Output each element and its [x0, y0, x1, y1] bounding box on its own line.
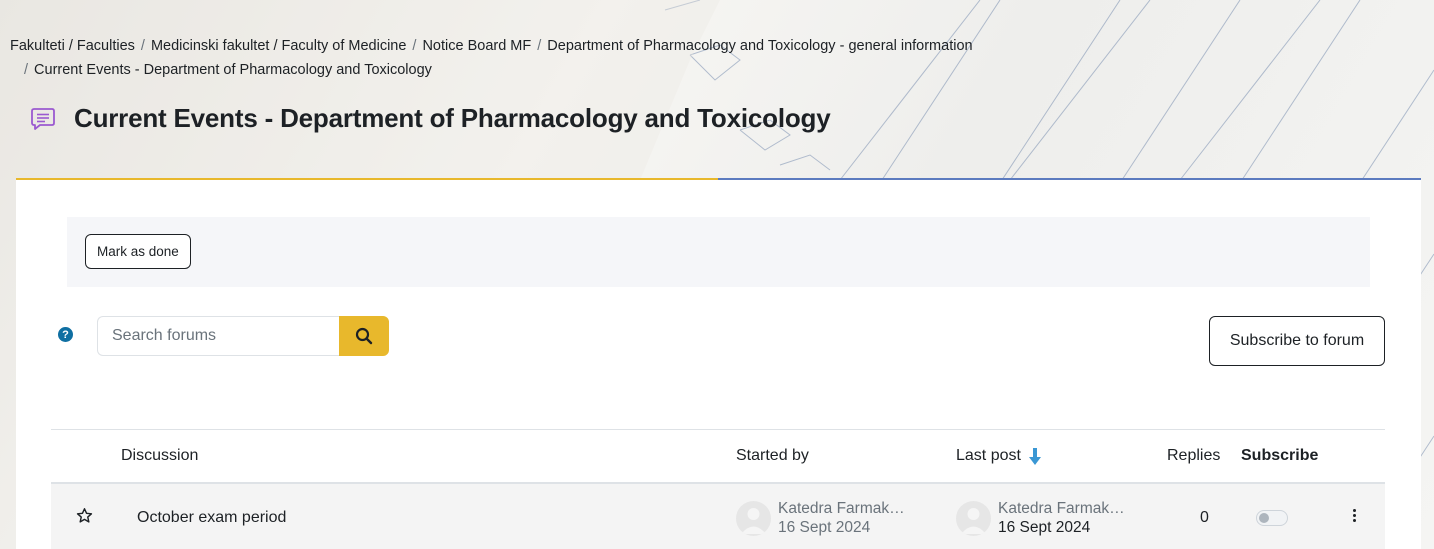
search-forums-group [97, 316, 389, 356]
last-post-date[interactable]: 16 Sept 2024 [998, 518, 1125, 537]
last-post-header-label: Last post [956, 447, 1021, 464]
started-by-date: 16 Sept 2024 [778, 519, 871, 536]
table-header-row: Discussion Started by Last post Replies … [51, 429, 1385, 484]
more-actions-kebab-icon[interactable] [1349, 507, 1360, 524]
mark-as-done-button[interactable]: Mark as done [85, 234, 191, 269]
last-post-cell: Katedra Farmak… 16 Sept 2024 [956, 499, 1125, 537]
avatar[interactable] [956, 500, 991, 536]
search-icon [355, 327, 373, 345]
discussion-list-table: Discussion Started by Last post Replies … [51, 429, 1385, 549]
page-header: Current Events - Department of Pharmacol… [30, 103, 831, 134]
breadcrumb-item-current: Current Events - Department of Pharmacol… [34, 62, 432, 78]
forum-speech-bubble-icon [30, 105, 58, 133]
started-by-cell: Katedra Farmak… 16 Sept 2024 [736, 499, 905, 537]
table-row[interactable]: October exam period Katedra Farmak… 16 S… [51, 484, 1385, 549]
replies-count: 0 [1200, 509, 1209, 526]
subscribe-toggle[interactable] [1256, 510, 1288, 526]
column-header-last-post[interactable]: Last post [956, 447, 1041, 465]
breadcrumb-item-department-general-info[interactable]: Department of Pharmacology and Toxicolog… [547, 38, 972, 54]
arrow-down-icon [1028, 447, 1041, 465]
discussion-title-link[interactable]: October exam period [137, 509, 286, 527]
search-button[interactable] [339, 316, 389, 356]
last-post-author[interactable]: Katedra Farmak… [998, 499, 1125, 518]
toggle-knob [1259, 513, 1269, 523]
search-forums-input[interactable] [97, 316, 339, 356]
subscribe-to-forum-button[interactable]: Subscribe to forum [1209, 316, 1385, 366]
card-accent-bar [16, 178, 718, 180]
question-circle-icon[interactable]: ? [58, 327, 73, 342]
breadcrumb-item-faculties[interactable]: Fakulteti / Faculties [10, 38, 135, 54]
breadcrumb: Fakulteti / Faculties / Medicinski fakulte… [10, 34, 1250, 82]
started-by-author[interactable]: Katedra Farmak… [778, 499, 905, 518]
column-header-subscribe: Subscribe [1241, 447, 1319, 464]
activity-completion-bar: Mark as done [67, 217, 1370, 287]
breadcrumb-separator: / [140, 38, 145, 54]
breadcrumb-separator: / [412, 38, 417, 54]
column-header-started-by[interactable]: Started by [736, 447, 809, 465]
breadcrumb-item-notice-board[interactable]: Notice Board MF [422, 38, 531, 54]
breadcrumb-separator: / [24, 62, 29, 78]
main-content-card: Mark as done ? Subscribe to forum Discus… [16, 178, 1421, 549]
column-header-discussion[interactable]: Discussion [121, 447, 198, 465]
page-title: Current Events - Department of Pharmacol… [74, 103, 831, 133]
breadcrumb-item-faculty-of-medicine[interactable]: Medicinski fakultet / Faculty of Medicin… [151, 38, 406, 54]
avatar[interactable] [736, 500, 771, 536]
breadcrumb-separator: / [537, 38, 542, 54]
column-header-replies[interactable]: Replies [1167, 447, 1220, 465]
star-outline-icon[interactable] [76, 507, 93, 529]
